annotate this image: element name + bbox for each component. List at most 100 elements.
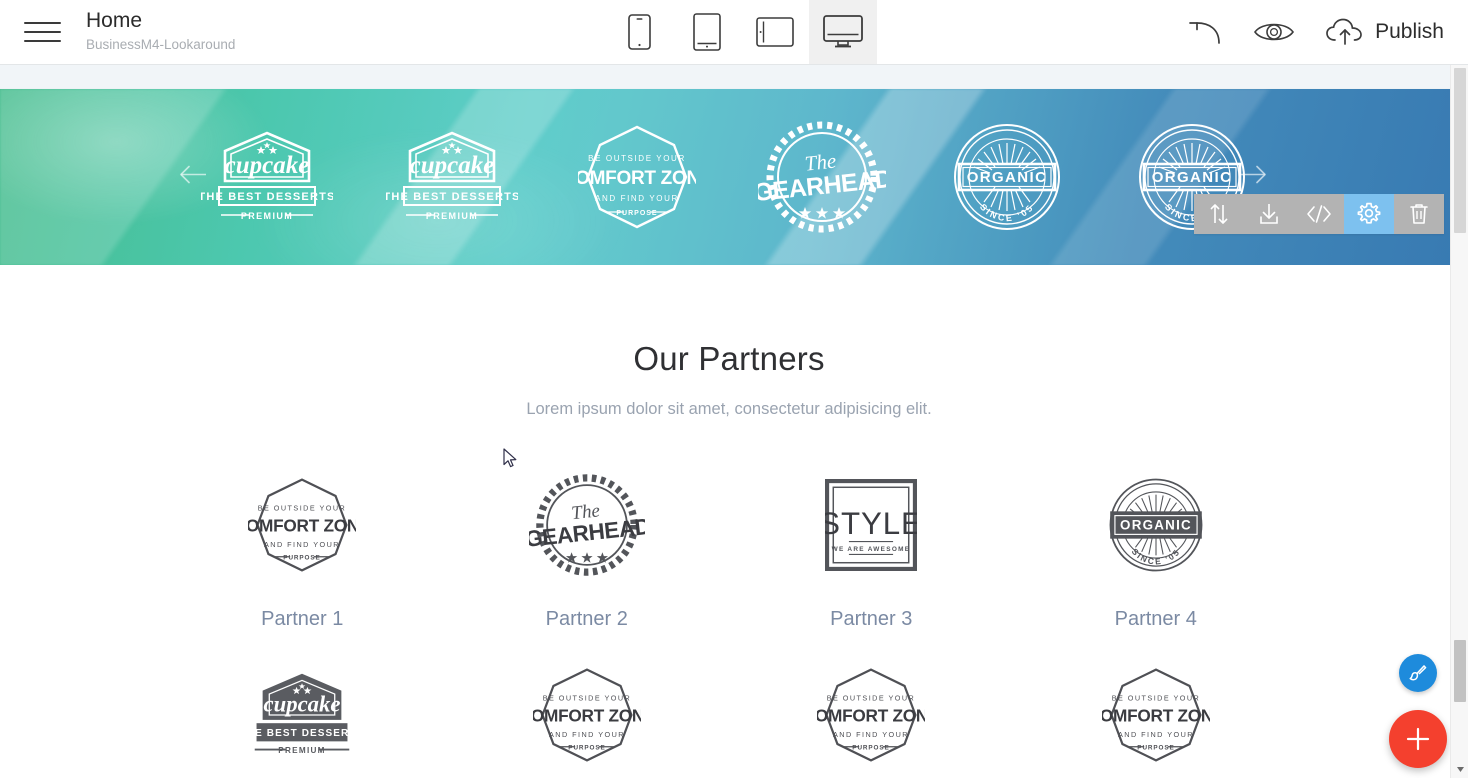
partner-cell[interactable]: ORGANIC SINCE '05 Partner 4 [1014, 471, 1299, 631]
device-button-tablet[interactable] [673, 0, 741, 64]
scrollbar-thumb-upper[interactable] [1454, 68, 1466, 233]
undo-button[interactable] [1183, 19, 1223, 45]
svg-text:PREMIUM: PREMIUM [279, 746, 327, 755]
hamburger-line [23, 31, 61, 33]
download-icon [1260, 204, 1278, 224]
canvas-top-strip [0, 65, 1458, 89]
partner-cell[interactable]: BE OUTSIDE YOUR COMFORT ZONE AND FIND YO… [445, 661, 730, 778]
partner-logo-box: cupcake THE BEST DESSERTS PREMIUM [242, 661, 362, 769]
svg-text:BE OUTSIDE YOUR: BE OUTSIDE YOUR [827, 693, 916, 702]
device-preview-switcher [605, 0, 877, 64]
partner-logo-box: STYLE WE ARE AWESOME [825, 471, 918, 579]
svg-text:BE OUTSIDE YOUR: BE OUTSIDE YOUR [1111, 693, 1200, 702]
undo-icon [1189, 22, 1220, 44]
svg-text:COMFORT ZONE: COMFORT ZONE [248, 515, 356, 535]
edit-code-button[interactable] [1294, 194, 1344, 234]
publish-button[interactable]: Publish [1325, 17, 1444, 47]
our-partners-block[interactable]: Our Partners Lorem ipsum dolor sit amet,… [0, 265, 1458, 778]
publish-label: Publish [1375, 20, 1444, 43]
gearhead-badge: The GEARHEAD [529, 474, 645, 576]
hamburger-menu-icon[interactable] [0, 0, 84, 64]
carousel-slide-comfort-zone[interactable]: BE OUTSIDE YOUR COMFORT ZONE AND FIND YO… [544, 122, 729, 232]
partner-cell[interactable]: BE OUTSIDE YOUR COMFORT ZONE AND FIND YO… [160, 471, 445, 631]
device-button-desktop[interactable] [809, 0, 877, 64]
device-button-tablet-landscape[interactable] [741, 0, 809, 64]
svg-text:COMFORT ZONE: COMFORT ZONE [533, 705, 641, 725]
svg-text:COMFORT ZONE: COMFORT ZONE [1102, 705, 1210, 725]
partner-label: Partner 1 [261, 608, 344, 630]
partner-cell[interactable]: BE OUTSIDE YOUR COMFORT ZONE AND FIND YO… [729, 661, 1014, 778]
carousel-slide-organic[interactable]: ORGANIC SINCE '05 [914, 122, 1099, 232]
svg-text:PURPOSE: PURPOSE [1137, 744, 1174, 751]
delete-block-button[interactable] [1394, 194, 1444, 234]
cloud-upload-icon [1326, 18, 1362, 45]
top-actions: Publish [1183, 0, 1444, 64]
desktop-icon [823, 15, 863, 48]
partners-grid: BE OUTSIDE YOUR COMFORT ZONE AND FIND YO… [0, 471, 1458, 778]
hamburger-line [23, 40, 61, 42]
svg-text:AND FIND YOUR: AND FIND YOUR [595, 194, 679, 203]
arrow-right-icon [1240, 165, 1266, 184]
svg-text:PREMIUM: PREMIUM [425, 211, 477, 221]
carousel-next-arrow[interactable] [1238, 163, 1268, 192]
project-name: BusinessM4-Lookaround [86, 36, 236, 52]
gear-icon [1357, 202, 1381, 224]
comfort-zone-badge: BE OUTSIDE YOUR COMFORT ZONE AND FIND YO… [248, 478, 356, 572]
section-title: Our Partners [633, 340, 825, 377]
comfort-zone-badge: BE OUTSIDE YOUR COMFORT ZONE AND FIND YO… [1102, 668, 1210, 762]
partner-logo-box: BE OUTSIDE YOUR COMFORT ZONE AND FIND YO… [248, 471, 356, 579]
hamburger-line [23, 22, 61, 24]
block-settings-button[interactable] [1344, 194, 1394, 234]
partner-logo-box: The GEARHEAD [529, 471, 645, 579]
comfort-zone-badge: BE OUTSIDE YOUR COMFORT ZONE AND FIND YO… [817, 668, 925, 762]
svg-text:THE BEST DESSERTS: THE BEST DESSERTS [242, 728, 362, 739]
block-toolbar [1194, 194, 1444, 234]
arrow-left-icon [180, 165, 206, 184]
cupcake-badge: cupcake THE BEST DESSERTS PREMIUM [242, 673, 362, 755]
site-style-brush-button[interactable] [1399, 654, 1437, 692]
svg-text:AND FIND YOUR: AND FIND YOUR [1118, 730, 1194, 739]
cupcake-badge-white: cupcake THE BEST DESSERTS PREMIUM [386, 131, 518, 221]
svg-text:COMFORT ZONE: COMFORT ZONE [578, 168, 696, 189]
svg-text:BE OUTSIDE YOUR: BE OUTSIDE YOUR [542, 693, 631, 702]
scrollbar-thumb[interactable] [1454, 640, 1466, 702]
caret-down-icon [1456, 767, 1464, 772]
carousel-prev-arrow[interactable] [178, 163, 208, 192]
svg-text:THE BEST DESSERTS: THE BEST DESSERTS [386, 191, 518, 203]
paintbrush-icon [1409, 665, 1427, 681]
download-block-button[interactable] [1244, 194, 1294, 234]
svg-text:AND FIND YOUR: AND FIND YOUR [833, 730, 909, 739]
preview-button[interactable] [1253, 19, 1295, 45]
partner-cell[interactable]: cupcake THE BEST DESSERTS PREMIUM Partne… [160, 661, 445, 778]
organic-badge: ORGANIC SINCE '05 [1109, 478, 1203, 572]
partner-label: Partner 2 [545, 608, 628, 630]
device-button-mobile[interactable] [605, 0, 673, 64]
scroll-down-arrow[interactable] [1451, 761, 1468, 778]
partner-logo-box: ORGANIC SINCE '05 [1104, 471, 1208, 579]
partner-cell[interactable]: BE OUTSIDE YOUR COMFORT ZONE AND FIND YO… [1014, 661, 1299, 778]
svg-text:PURPOSE: PURPOSE [853, 744, 890, 751]
partner-cell[interactable]: STYLE WE ARE AWESOME Partner 3 [729, 471, 1014, 631]
page-title-block: Home BusinessM4-Lookaround [84, 0, 344, 64]
plus-icon [1406, 727, 1430, 751]
gearhead-badge-white: The GEARHEAD [758, 121, 886, 233]
svg-text:cupcake: cupcake [224, 152, 309, 179]
logo-carousel-block[interactable]: cupcake THE BEST DESSERTS PREMIUM cupcak… [0, 89, 1458, 265]
svg-text:COMFORT ZONE: COMFORT ZONE [817, 705, 925, 725]
svg-text:PURPOSE: PURPOSE [616, 210, 657, 217]
site-canvas: cupcake THE BEST DESSERTS PREMIUM cupcak… [0, 65, 1458, 778]
partner-cell[interactable]: The GEARHEAD Partner 2 [445, 471, 730, 631]
carousel-slide-gearhead[interactable]: The GEARHEAD [729, 121, 914, 233]
svg-text:ORGANIC: ORGANIC [1151, 169, 1232, 186]
move-block-button[interactable] [1194, 194, 1244, 234]
svg-text:cupcake: cupcake [409, 152, 494, 179]
vertical-scrollbar[interactable] [1450, 65, 1468, 778]
tablet-landscape-icon [756, 17, 794, 47]
svg-text:ORGANIC: ORGANIC [966, 169, 1047, 186]
partner-logo-box: BE OUTSIDE YOUR COMFORT ZONE AND FIND YO… [1102, 661, 1210, 769]
partner-label: Partner 3 [830, 608, 913, 630]
svg-text:ORGANIC: ORGANIC [1120, 517, 1192, 532]
add-block-button[interactable] [1389, 710, 1447, 768]
carousel-slide-cupcake[interactable]: cupcake THE BEST DESSERTS PREMIUM [359, 122, 544, 232]
svg-text:PREMIUM: PREMIUM [240, 211, 292, 221]
